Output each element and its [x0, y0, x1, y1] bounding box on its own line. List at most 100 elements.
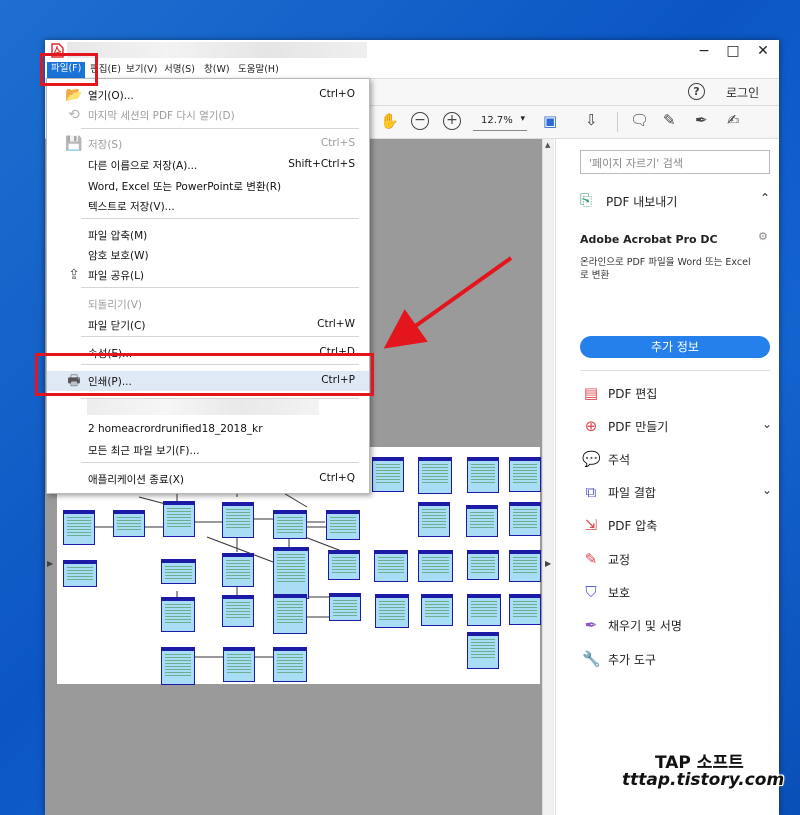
- save-icon: 💾: [65, 136, 83, 152]
- diagram-entity: [222, 553, 254, 587]
- tool-protect[interactable]: ⛉ 보호: [582, 582, 772, 602]
- menu-item-view-all-recent[interactable]: 모든 최근 파일 보기(F)...: [47, 440, 369, 460]
- tool-label: 주석: [608, 453, 631, 467]
- menu-item-open[interactable]: 📂 열기(O)... Ctrl+O: [47, 85, 369, 105]
- chevron-down-icon[interactable]: ⌄: [762, 483, 772, 497]
- chevron-down-icon[interactable]: ⌄: [762, 417, 772, 431]
- menu-help[interactable]: 도움말(H): [238, 63, 279, 77]
- tool-compress[interactable]: ⇲ PDF 압축: [582, 515, 772, 535]
- menu-window[interactable]: 창(W): [204, 63, 230, 77]
- maximize-button[interactable]: □: [718, 40, 748, 62]
- vertical-scrollbar[interactable]: ▲ ▶: [542, 139, 554, 815]
- login-button[interactable]: 로그인: [726, 84, 759, 101]
- more-info-button[interactable]: 추가 정보: [580, 336, 770, 358]
- export-pdf-header[interactable]: ⎘ PDF 내보내기 ⌃: [580, 191, 770, 211]
- diagram-entity: [328, 550, 360, 580]
- menu-item-exit-application[interactable]: 애플리케이션 종료(X) Ctrl+Q: [47, 469, 369, 489]
- diagram-entity: [273, 547, 309, 599]
- diagram-entity: [466, 505, 498, 537]
- menu-item-label: 2 homeacrordrunified18_2018_kr: [88, 423, 263, 435]
- menu-item-shortcut: Ctrl+Q: [319, 472, 355, 484]
- tools-pane: '페이지 자르기' 검색 ⎘ PDF 내보내기 ⌃ Adobe Acrobat …: [555, 139, 779, 815]
- tool-fill-sign[interactable]: ✒ 채우기 및 서명: [582, 615, 772, 635]
- menu-item-save[interactable]: 💾 저장(S) Ctrl+S: [47, 134, 369, 154]
- tool-redact[interactable]: ✎ 교정: [582, 549, 772, 569]
- menu-item-compress-file[interactable]: 파일 압축(M): [47, 225, 369, 245]
- diagram-entity: [223, 647, 255, 682]
- highlight-box-print: [35, 353, 374, 396]
- tool-label: 채우기 및 서명: [608, 619, 682, 633]
- menu-separator: [81, 336, 359, 337]
- menu-item-label: 암호 보호(W): [88, 250, 149, 262]
- share-icon: ⇪: [68, 267, 80, 283]
- hand-tool-icon[interactable]: ✋: [380, 112, 399, 130]
- diagram-entity: [467, 594, 501, 626]
- menu-separator: [81, 287, 359, 288]
- menu-item-convert-office[interactable]: Word, Excel 또는 PowerPoint로 변환(R): [47, 176, 369, 196]
- tool-comment[interactable]: 💬 주석: [582, 449, 772, 469]
- highlight-box-file-menu: [40, 53, 98, 86]
- menu-item-label: 파일 닫기(C): [88, 320, 146, 332]
- highlight-pen-icon[interactable]: ✎: [663, 111, 676, 129]
- menu-item-label: 다른 이름으로 저장(A)...: [88, 160, 198, 172]
- tool-search-input[interactable]: '페이지 자르기' 검색: [580, 150, 770, 174]
- menu-view[interactable]: 보기(V): [126, 63, 157, 77]
- help-icon[interactable]: ?: [688, 83, 705, 100]
- minimize-button[interactable]: −: [689, 40, 719, 62]
- sign-icon[interactable]: ✒: [695, 111, 708, 129]
- fill-sign-tool-icon[interactable]: ✍: [727, 111, 740, 129]
- diagram-entity: [418, 550, 453, 582]
- diagram-entity: [467, 457, 499, 493]
- scroll-up-icon[interactable]: ▲: [545, 141, 550, 149]
- menu-item-reopen-last-session[interactable]: ⟲ 마지막 세션의 PDF 다시 열기(D): [47, 105, 369, 125]
- menu-item-close-file[interactable]: 파일 닫기(C) Ctrl+W: [47, 315, 369, 335]
- file-menu-dropdown: 📂 열기(O)... Ctrl+O ⟲ 마지막 세션의 PDF 다시 열기(D) 💾 저장(…: [46, 78, 370, 494]
- page-display-icon[interactable]: ▣: [543, 112, 557, 130]
- left-panel-toggle-icon[interactable]: ▶: [47, 559, 53, 568]
- menu-item-shortcut: Shift+Ctrl+S: [288, 158, 355, 170]
- menu-separator: [81, 218, 359, 219]
- zoom-level-value: 12.7%: [481, 115, 513, 126]
- menu-item-revert[interactable]: 되돌리기(V): [47, 294, 369, 314]
- zoom-level-field[interactable]: 12.7% ▾: [473, 114, 527, 131]
- menu-sign[interactable]: 서명(S): [164, 63, 195, 77]
- product-settings-icon[interactable]: ⚙: [758, 230, 768, 243]
- menu-item-save-as-text[interactable]: 텍스트로 저장(V)...: [47, 196, 369, 216]
- more-tools-icon: 🔧: [582, 650, 601, 668]
- menu-item-label: Word, Excel 또는 PowerPoint로 변환(R): [88, 181, 282, 193]
- menu-item-label: 텍스트로 저장(V)...: [88, 201, 175, 213]
- menu-item-share-file[interactable]: ⇪ 파일 공유(L): [47, 265, 369, 285]
- diagram-entity: [375, 594, 409, 628]
- toolbar-divider: [617, 112, 618, 132]
- blurred-file-title: [67, 42, 367, 58]
- tool-pdf-edit[interactable]: ▤ PDF 편집: [582, 383, 772, 403]
- menu-item-label: 파일 압축(M): [88, 230, 148, 242]
- diagram-entity: [273, 594, 307, 634]
- annotation-arrow: [383, 256, 513, 349]
- zoom-out-icon[interactable]: −: [411, 112, 429, 130]
- diagram-entity: [163, 501, 195, 537]
- tool-more-tools[interactable]: 🔧 추가 도구: [582, 649, 772, 669]
- diagram-entity: [222, 502, 254, 538]
- zoom-in-icon[interactable]: +: [443, 112, 461, 130]
- menu-item-recent-file[interactable]: 2 homeacrordrunified18_2018_kr: [47, 420, 369, 440]
- tool-pdf-create[interactable]: ⊕ PDF 만들기 ⌄: [582, 416, 772, 436]
- close-button[interactable]: ✕: [748, 40, 778, 62]
- diagram-entity: [161, 559, 196, 584]
- comment-icon: 💬: [582, 450, 601, 468]
- pdf-edit-icon: ▤: [583, 384, 599, 402]
- comment-icon[interactable]: 🗨: [630, 111, 649, 129]
- chevron-up-icon: ⌃: [759, 191, 770, 205]
- diagram-entity: [509, 457, 541, 492]
- right-panel-toggle-icon[interactable]: ▶: [545, 559, 551, 568]
- title-bar: − □ ✕: [45, 40, 779, 62]
- menu-item-password-protect[interactable]: 암호 보호(W): [47, 245, 369, 265]
- tool-combine[interactable]: ⧉ 파일 결합 ⌄: [582, 482, 772, 502]
- menu-item-save-as[interactable]: 다른 이름으로 저장(A)... Shift+Ctrl+S: [47, 155, 369, 175]
- tool-search-placeholder: '페이지 자르기' 검색: [589, 157, 684, 170]
- diagram-entity: [273, 647, 307, 682]
- diagram-entity: [63, 560, 97, 587]
- scroll-mode-icon[interactable]: ⇩: [585, 111, 598, 129]
- protect-icon: ⛉: [585, 583, 597, 601]
- diagram-entity: [467, 632, 499, 669]
